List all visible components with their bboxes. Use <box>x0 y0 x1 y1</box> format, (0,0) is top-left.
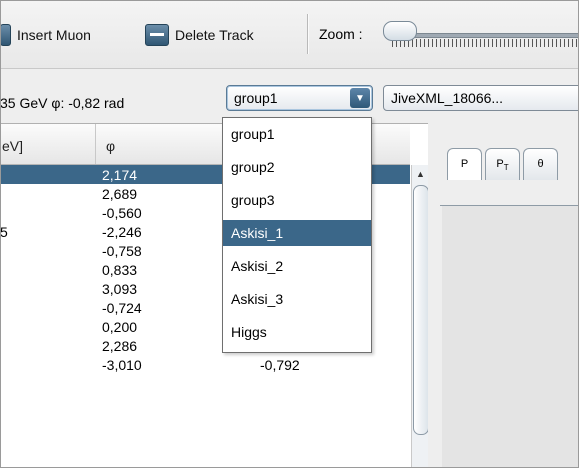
track-info-text: 35 GeV φ: -0,82 rad <box>0 95 125 111</box>
scrollbar-thumb[interactable] <box>413 185 429 435</box>
delete-track-icon <box>145 24 169 46</box>
tab-theta[interactable]: θ <box>523 148 558 180</box>
histogram-panel: P PT θ <box>428 123 579 468</box>
toolbar: Insert Muon Delete Track Zoom : <box>0 0 579 69</box>
column-header-phi[interactable]: φ <box>106 138 115 154</box>
table-row[interactable]: -3,010 -0,792 <box>0 355 410 374</box>
cell-phi: 3,093 <box>102 281 138 297</box>
cell-phi: -0,758 <box>102 243 142 259</box>
tab-pt-label: PT <box>496 158 509 173</box>
histogram-canvas <box>442 206 579 468</box>
dropdown-option[interactable]: group3 <box>223 187 371 213</box>
cell-phi: 2,174 <box>102 167 138 183</box>
table-scrollbar[interactable]: ▲ <box>411 165 429 468</box>
file-select[interactable]: JiveXML_18066... ▼ <box>383 85 579 111</box>
cell-phi: -0,724 <box>102 300 142 316</box>
cell-eta: -0,792 <box>260 357 300 373</box>
file-select-value: JiveXML_18066... <box>391 90 504 106</box>
delete-track-button[interactable]: Delete Track <box>145 22 254 48</box>
group-select-value: group1 <box>234 90 278 106</box>
tab-p-label: P <box>460 158 469 170</box>
cell-phi: -3,010 <box>102 357 142 373</box>
cell-phi: 2,689 <box>102 186 138 202</box>
dropdown-option[interactable]: Higgs <box>223 319 371 345</box>
dropdown-option[interactable]: Askisi_1 <box>223 220 371 246</box>
column-header-energy[interactable]: eV] <box>2 138 23 154</box>
toolbar-separator <box>307 14 309 54</box>
group-select[interactable]: group1 ▼ <box>226 85 373 111</box>
track-info-row: 35 GeV φ: -0,82 rad group1 ▼ JiveXML_180… <box>0 69 579 123</box>
dropdown-option[interactable]: group1 <box>223 121 371 147</box>
cell-phi: -2,246 <box>102 224 142 240</box>
cell-energy: 5 <box>0 224 8 240</box>
dropdown-option[interactable]: Askisi_2 <box>223 253 371 279</box>
insert-muon-label: Insert Muon <box>17 27 91 43</box>
cell-phi: 0,833 <box>102 262 138 278</box>
scroll-up-arrow-icon[interactable]: ▲ <box>412 169 429 183</box>
zoom-slider-thumb[interactable] <box>383 21 417 41</box>
column-divider[interactable] <box>95 124 96 164</box>
tab-p[interactable]: P <box>447 148 482 180</box>
insert-muon-button[interactable]: Insert Muon <box>0 22 91 48</box>
dropdown-option[interactable]: Askisi_3 <box>223 286 371 312</box>
insert-muon-icon <box>0 24 11 46</box>
tab-theta-label: θ <box>537 158 544 170</box>
group-dropdown-list: group1 group2 group3 Askisi_1 Askisi_2 Askisi… <box>222 117 372 353</box>
zoom-label: Zoom : <box>319 26 363 42</box>
delete-track-label: Delete Track <box>175 27 254 43</box>
dropdown-option[interactable]: group2 <box>223 154 371 180</box>
tab-pt[interactable]: PT <box>485 148 520 180</box>
cell-phi: -0,560 <box>102 205 142 221</box>
cell-phi: 0,200 <box>102 319 138 335</box>
chevron-down-icon[interactable]: ▼ <box>350 88 370 108</box>
zoom-slider-ticks <box>392 39 579 47</box>
cell-phi: 2,286 <box>102 338 138 354</box>
application-window: Insert Muon Delete Track Zoom : 35 GeV φ… <box>0 0 579 468</box>
